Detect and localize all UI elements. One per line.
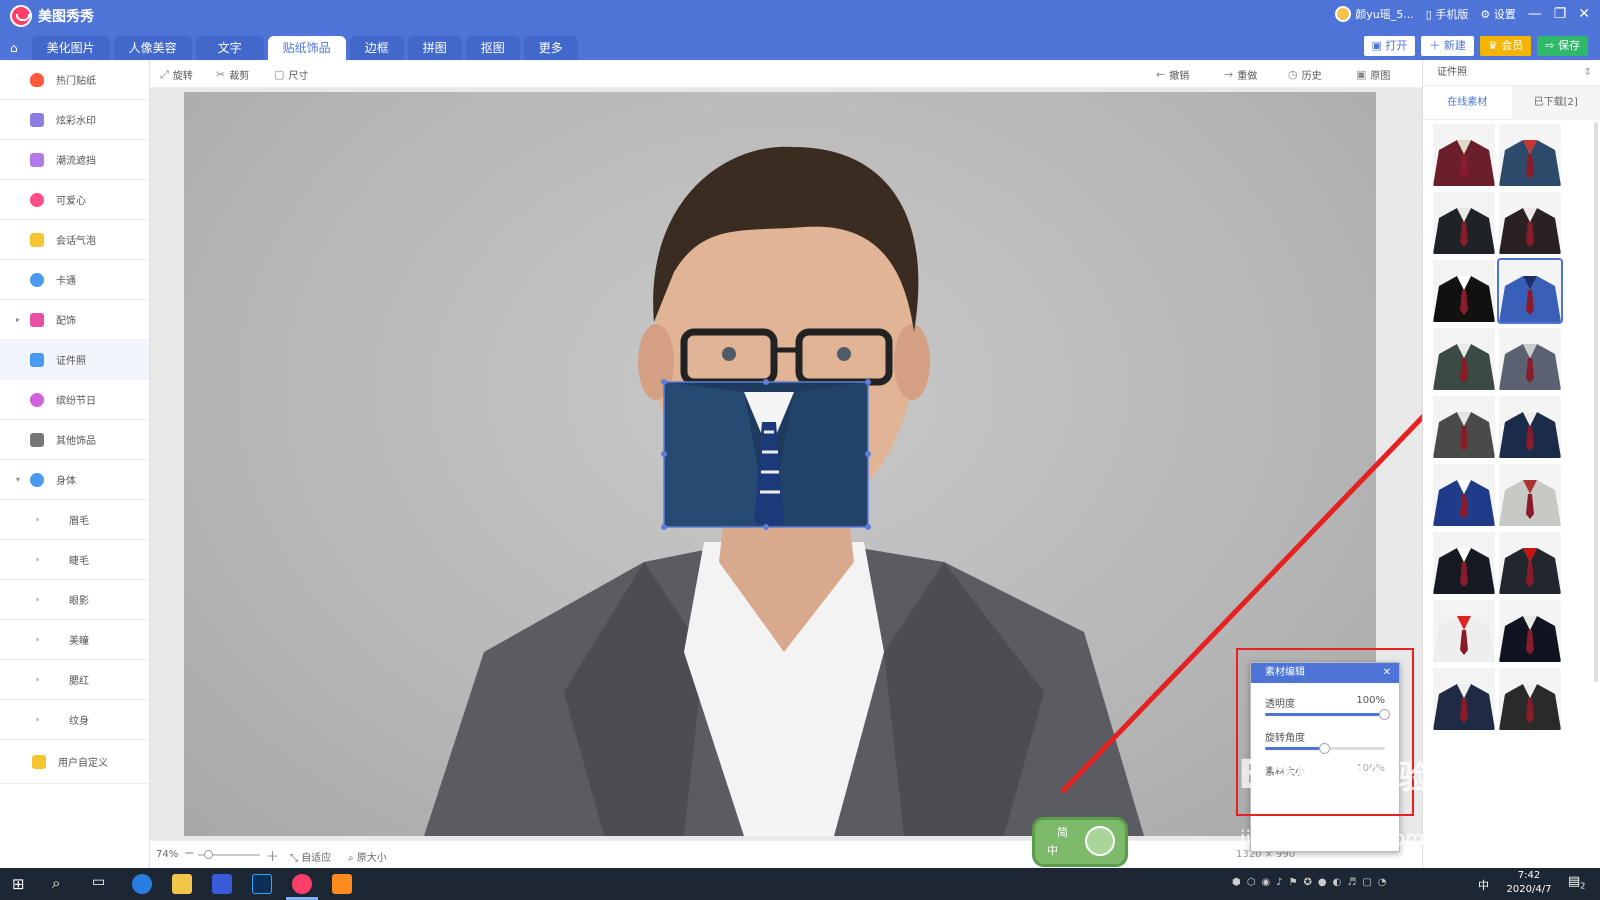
meitu-taskbar-icon[interactable] — [292, 874, 312, 894]
zoom-level: 74% — [156, 849, 179, 860]
suit-thumbnail[interactable] — [1433, 124, 1495, 186]
browser-icon[interactable] — [132, 874, 152, 894]
suit-thumbnail[interactable] — [1433, 192, 1495, 254]
suit-thumbnail[interactable] — [1497, 258, 1563, 324]
suit-thumbnail[interactable] — [1433, 260, 1495, 322]
tab-downloaded[interactable]: 已下载[2] — [1511, 86, 1600, 119]
zoom-in-icon[interactable]: ＋ — [266, 846, 279, 865]
zoom-out-icon[interactable]: − — [184, 846, 195, 861]
windows-taskbar: ⊞ ⌕ ▭ ⬢⬡◉♪⚑✪●◐♬▢◔ 中 7:42 2020/4/7 ▤2 — [0, 868, 1600, 900]
mascot-icon — [1085, 826, 1115, 856]
notification-icon[interactable]: ▤2 — [1568, 874, 1585, 891]
panel-scrollbar[interactable] — [1594, 122, 1598, 682]
suit-thumbnail[interactable] — [1433, 464, 1495, 526]
clock-time[interactable]: 7:42 — [1504, 870, 1554, 881]
category-dropdown[interactable]: 证件照 ⇕ — [1423, 60, 1600, 86]
suit-thumbnail[interactable] — [1433, 532, 1495, 594]
suit-thumbnail[interactable] — [1433, 600, 1495, 662]
watermark-url: jingyan.baidu.com — [1240, 826, 1425, 850]
system-tray-icons[interactable]: ⬢⬡◉♪⚑✪●◐♬▢◔ — [1232, 877, 1393, 888]
suit-thumbnail[interactable] — [1499, 668, 1561, 730]
material-panel: 证件照 ⇕ 在线素材 已下载[2] — [1422, 60, 1600, 868]
suit-thumbnail[interactable] — [1499, 328, 1561, 390]
watermark-logo: Baidu经验 — [1238, 752, 1431, 798]
tab-online-materials[interactable]: 在线素材 — [1423, 86, 1512, 119]
suit-thumbnail[interactable] — [1433, 396, 1495, 458]
suit-thumbnail[interactable] — [1499, 532, 1561, 594]
windows-start-icon[interactable]: ⊞ — [12, 875, 25, 893]
zoom-slider[interactable] — [198, 850, 260, 859]
app2-icon[interactable] — [332, 874, 352, 894]
suit-thumbnail[interactable] — [1499, 600, 1561, 662]
suit-thumbnail[interactable] — [1433, 328, 1495, 390]
search-icon[interactable]: ⌕ — [52, 874, 60, 892]
clock-date[interactable]: 2020/4/7 — [1500, 884, 1558, 895]
dropdown-arrow-icon: ⇕ — [1583, 67, 1592, 78]
suit-thumbnail[interactable] — [1499, 192, 1561, 254]
ime-widget[interactable]: 简 中 — [1032, 817, 1128, 867]
ime-indicator[interactable]: 中 — [1478, 877, 1489, 893]
status-bar: 74% − ＋ ⤡ 自适应 ⌕ 原大小 1320 × 990 — [150, 840, 1422, 868]
suit-thumbnail[interactable] — [1433, 668, 1495, 730]
actual-size-button[interactable]: ⌕ 原大小 — [348, 849, 387, 864]
task-view-icon[interactable]: ▭ — [92, 874, 105, 890]
suit-thumbnail[interactable] — [1499, 124, 1561, 186]
suit-thumbnail[interactable] — [1499, 464, 1561, 526]
app-icon[interactable] — [212, 874, 232, 894]
fit-button[interactable]: ⤡ 自适应 — [290, 849, 331, 864]
file-explorer-icon[interactable] — [172, 874, 192, 894]
photoshop-icon[interactable] — [252, 874, 272, 894]
suit-thumbnail[interactable] — [1499, 396, 1561, 458]
